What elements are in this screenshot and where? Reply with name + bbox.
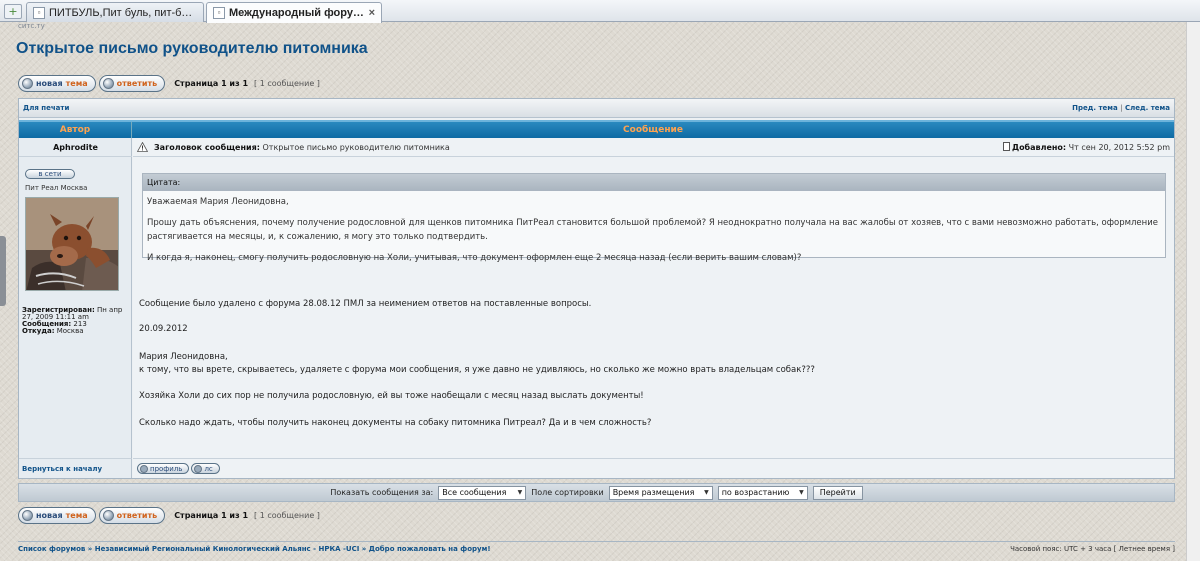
table-header: Автор Сообщение	[19, 120, 1174, 138]
pm-label: лс	[204, 464, 213, 473]
new-tab-button[interactable]: +	[4, 4, 22, 19]
post-subject: Заголовок сообщения: Открытое письмо рук…	[154, 143, 1003, 152]
next-topic-link[interactable]: След. тема	[1125, 104, 1170, 112]
post-text-line: Хозяйка Холи до сих пор не получила родо…	[139, 391, 644, 401]
reply-icon	[102, 78, 114, 89]
profile-details: Зарегистрирован: Пн апр 27, 2009 11:11 a…	[22, 307, 130, 335]
subject-label: Заголовок сообщения:	[154, 142, 260, 152]
quote-line: И когда я, наконец, смогу получить родос…	[147, 253, 802, 263]
show-messages-label: Показать сообщения за:	[330, 488, 434, 497]
new-topic-label-accent: тема	[65, 511, 88, 520]
from-value: Москва	[56, 327, 84, 335]
post-content-panel: Заголовок сообщения: Открытое письмо рук…	[133, 138, 1174, 458]
close-tab-icon[interactable]: ×	[369, 7, 375, 19]
page-favicon-icon: ▫	[33, 6, 45, 19]
dog-avatar-image	[26, 198, 118, 290]
user-rank: Пит Реал Москва	[25, 184, 88, 192]
message-count: [ 1 сообщение ]	[254, 511, 320, 520]
nav-separator: |	[1120, 104, 1123, 112]
new-topic-button[interactable]: новая тема	[18, 507, 96, 524]
private-message-button[interactable]: лс	[191, 463, 220, 474]
topic-nav-row: Для печати Пред. тема | След. тема	[19, 99, 1174, 118]
profile-label: профиль	[150, 464, 183, 473]
page-title[interactable]: Открытое письмо руководителю питомника	[16, 40, 368, 58]
author-profile-panel: Aphrodite в сети Пит Реал Москва Зарегис…	[19, 138, 132, 458]
post-text-line: 20.09.2012	[139, 324, 188, 334]
new-topic-label: новая	[36, 79, 63, 88]
top-action-bar: новая тема ответить Страница 1 из 1 [ 1 …	[18, 75, 320, 92]
breadcrumb: Список форумов » Независимый Региональны…	[18, 541, 1175, 555]
post-text-line: Мария Леонидовна,	[139, 352, 228, 362]
page-scrollbar[interactable]	[1186, 22, 1200, 561]
warning-icon	[137, 142, 148, 152]
reply-icon	[102, 510, 114, 521]
reply-button[interactable]: ответить	[98, 507, 166, 524]
reply-label: ответить	[116, 511, 158, 520]
column-header-message: Сообщение	[623, 125, 683, 135]
browser-tab-pitbull[interactable]: ▫ ПИТБУЛЬ,Пит буль, пит-буль тер...	[26, 2, 204, 22]
online-status-badge: в сети	[25, 169, 75, 179]
tab-title: ПИТБУЛЬ,Пит буль, пит-буль тер...	[49, 6, 197, 19]
profile-button[interactable]: профиль	[137, 463, 190, 474]
breadcrumb-path[interactable]: Список форумов » Независимый Региональны…	[18, 545, 491, 553]
chevron-down-icon: ▼	[517, 489, 523, 496]
sort-field-label: Поле сортировки	[531, 488, 604, 497]
partial-header-text: ситс.ту	[18, 22, 45, 30]
added-label: Добавлено:	[1011, 143, 1067, 152]
subject-value: Открытое письмо руководителю питомника	[262, 142, 450, 152]
post-date: Добавлено: Чт сен 20, 2012 5:52 pm	[1002, 142, 1170, 152]
print-link[interactable]: Для печати	[23, 104, 69, 112]
sidebar-handle[interactable]	[0, 236, 6, 306]
quote-line: Прошу дать объяснения, почему получение …	[147, 218, 1158, 242]
new-topic-icon	[22, 510, 33, 521]
quote-header: Цитата:	[143, 174, 1165, 191]
registered-row: Зарегистрирован: Пн апр 27, 2009 11:11 a…	[22, 307, 130, 321]
sort-order-value: по возрастанию	[721, 488, 790, 497]
reply-button[interactable]: ответить	[98, 75, 166, 92]
page-info: Страница 1 из 1	[174, 511, 249, 520]
tab-title: Международный форум поклон...	[229, 7, 365, 19]
browser-tab-bar: + ▫ ПИТБУЛЬ,Пит буль, пит-буль тер... ▫ …	[0, 0, 1200, 23]
browser-tab-forum[interactable]: ▫ Международный форум поклон... ×	[206, 2, 382, 23]
avatar	[25, 197, 119, 291]
post-header: Заголовок сообщения: Открытое письмо рук…	[133, 138, 1174, 157]
back-to-top-link[interactable]: Вернуться к началу	[19, 458, 132, 478]
new-topic-label-accent: тема	[65, 79, 88, 88]
quote-block: Цитата: Уважаемая Мария Леонидовна, Прош…	[142, 173, 1166, 263]
chevron-down-icon: ▼	[799, 489, 804, 496]
page-info: Страница 1 из 1	[174, 79, 249, 88]
prev-topic-link[interactable]: Пред. тема	[1072, 104, 1118, 112]
private-message-icon	[194, 464, 203, 473]
sort-bar: Показать сообщения за: Все сообщения ▼ П…	[18, 483, 1175, 502]
sort-field-value: Время размещения	[612, 488, 695, 497]
chevron-down-icon: ▼	[704, 489, 709, 496]
go-button[interactable]: Перейти	[812, 485, 863, 500]
post-footer-actions: профиль лс	[133, 458, 1174, 478]
new-topic-label: новая	[36, 511, 63, 520]
show-messages-select[interactable]: Все сообщения ▼	[438, 485, 527, 500]
new-topic-button[interactable]: новая тема	[18, 75, 96, 92]
added-value: Чт сен 20, 2012 5:52 pm	[1068, 143, 1170, 152]
from-row: Откуда: Москва	[22, 328, 130, 335]
post-table: Для печати Пред. тема | След. тема Автор…	[18, 98, 1175, 479]
from-label: Откуда:	[22, 327, 55, 335]
post-icon[interactable]	[1002, 142, 1010, 151]
author-name[interactable]: Aphrodite	[19, 138, 132, 157]
sort-field-select[interactable]: Время размещения ▼	[608, 485, 713, 500]
bottom-action-bar: новая тема ответить Страница 1 из 1 [ 1 …	[18, 507, 320, 524]
reply-label: ответить	[116, 79, 158, 88]
column-header-author: Автор	[19, 122, 132, 138]
timezone-info: Часовой пояс: UTC + 3 часа [ Летнее врем…	[1010, 544, 1175, 553]
quote-line: Уважаемая Мария Леонидовна,	[147, 197, 289, 207]
quote-body: Уважаемая Мария Леонидовна, Прошу дать о…	[143, 191, 1165, 276]
message-count: [ 1 сообщение ]	[254, 79, 320, 88]
page-favicon-icon: ▫	[213, 7, 225, 19]
sort-order-select[interactable]: по возрастанию ▼	[717, 485, 808, 500]
post-text-line: Сколько надо ждать, чтобы получить након…	[139, 418, 652, 428]
post-text-line: Сообщение было удалено с форума 28.08.12…	[139, 299, 592, 309]
post-text-line: к тому, что вы врете, скрываетесь, удаля…	[139, 365, 815, 375]
profile-icon	[140, 464, 148, 473]
show-messages-value: Все сообщения	[442, 488, 507, 497]
new-topic-icon	[22, 78, 33, 89]
